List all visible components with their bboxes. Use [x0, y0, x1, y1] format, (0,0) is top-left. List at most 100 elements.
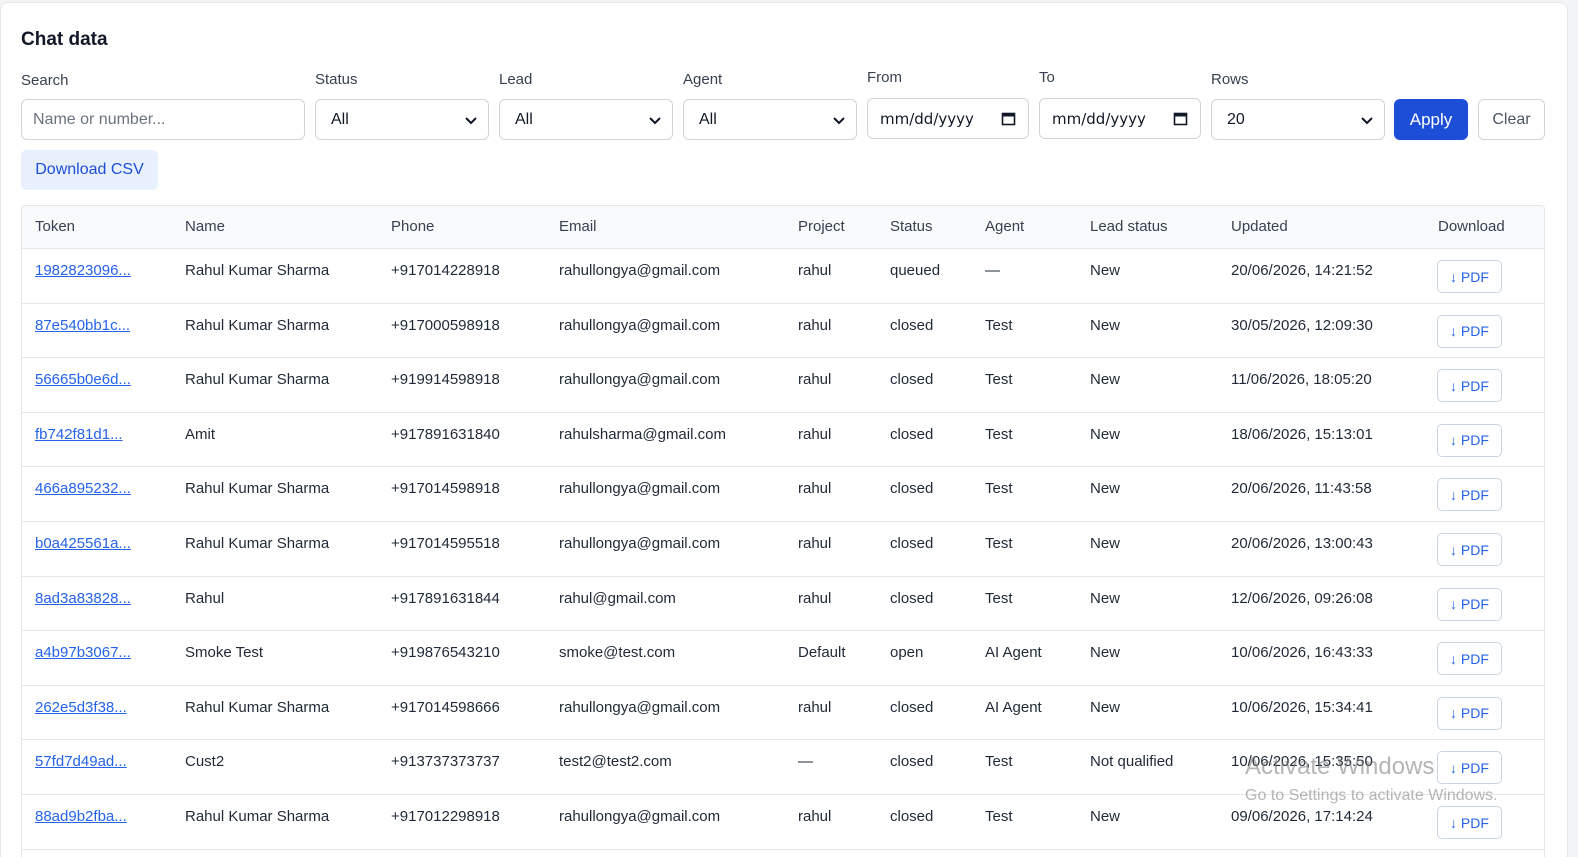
lead-select[interactable]: All: [499, 99, 673, 140]
cell-token-link[interactable]: fb742f81d1...: [35, 426, 123, 443]
cell-agent: Test: [985, 371, 1013, 389]
col-name: Name: [185, 218, 226, 235]
cell-lead-status: New: [1090, 371, 1121, 389]
cell-token-link[interactable]: 1982823096...: [35, 262, 131, 279]
col-download: Download: [1438, 218, 1505, 235]
rows-select[interactable]: 20: [1211, 99, 1385, 140]
from-date-value: mm/dd/yyyy: [880, 109, 974, 128]
search-input[interactable]: Name or number...: [21, 99, 305, 140]
calendar-icon[interactable]: [1001, 111, 1016, 126]
cell-status: closed: [890, 425, 934, 443]
cell-token-link[interactable]: 57fd7d49ad...: [35, 753, 127, 770]
cell-updated: 20/06/2026, 11:43:58: [1231, 480, 1372, 498]
cell-status: closed: [890, 753, 934, 771]
col-updated: Updated: [1231, 218, 1288, 235]
cell-updated: 10/06/2026, 16:43:33: [1231, 644, 1373, 662]
download-pdf-button[interactable]: ↓ PDF: [1437, 369, 1502, 403]
cell-agent: Test: [985, 316, 1013, 334]
download-pdf-button[interactable]: ↓ PDF: [1437, 642, 1502, 676]
cell-agent: Test: [985, 480, 1013, 498]
cell-token-link[interactable]: 466a895232...: [35, 480, 131, 497]
cell-status: closed: [890, 698, 934, 716]
cell-agent: Test: [985, 589, 1013, 607]
download-pdf-button[interactable]: ↓ PDF: [1437, 587, 1502, 621]
table-row: 1982823096... Rahul Kumar Sharma +91701422…: [22, 249, 1544, 304]
cell-updated: 11/06/2026, 18:05:20: [1231, 371, 1372, 389]
cell-email: rahullongya@gmail.com: [559, 808, 721, 825]
cell-token-link[interactable]: b0a425561a...: [35, 535, 131, 552]
to-label: To: [1039, 69, 1055, 86]
cell-phone: +919876543210: [391, 644, 500, 662]
col-email: Email: [559, 218, 597, 235]
download-pdf-button[interactable]: ↓ PDF: [1437, 423, 1502, 457]
table-row: 57fd7d49ad... Cust2 +913737373737 test2@tes…: [22, 740, 1544, 795]
cell-status: open: [890, 644, 924, 662]
table-row: 262e5d3f38... Rahul Kumar Sharma +91701459…: [22, 686, 1544, 741]
chevron-down-icon: [465, 116, 477, 124]
cell-token-link[interactable]: a4b97b3067...: [35, 644, 131, 661]
cell-status: closed: [890, 808, 934, 825]
search-label: Search: [21, 72, 69, 89]
col-phone: Phone: [391, 218, 435, 235]
cell-lead-status: New: [1090, 589, 1121, 607]
agent-select[interactable]: All: [683, 99, 857, 140]
cell-status: closed: [890, 535, 934, 552]
cell-name: Rahul Kumar Sharma: [185, 808, 330, 825]
cell-agent: Test: [985, 425, 1013, 443]
download-pdf-button[interactable]: ↓ PDF: [1437, 533, 1502, 566]
download-pdf-button[interactable]: ↓ PDF: [1437, 314, 1502, 348]
cell-email: rahulsharma@gmail.com: [559, 425, 726, 443]
rows-label: Rows: [1211, 71, 1249, 88]
cell-email: rahullongya@gmail.com: [559, 262, 721, 279]
cell-name: Rahul Kumar Sharma: [185, 371, 330, 389]
cell-name: Cust2: [185, 753, 225, 771]
page-title: Chat data: [21, 29, 108, 50]
download-pdf-button[interactable]: ↓ PDF: [1437, 478, 1502, 512]
from-date-input[interactable]: mm/dd/yyyy: [867, 98, 1029, 139]
cell-agent: Test: [985, 808, 1013, 825]
cell-updated: 18/06/2026, 15:13:01: [1231, 425, 1373, 443]
download-pdf-button[interactable]: ↓ PDF: [1437, 696, 1502, 730]
cell-agent: AI Agent: [985, 698, 1042, 716]
cell-updated: 20/06/2026, 13:00:43: [1231, 535, 1373, 552]
cell-phone: +917891631844: [391, 589, 500, 607]
cell-phone: +913737373737: [391, 753, 500, 771]
cell-lead-status: New: [1090, 808, 1121, 825]
cell-name: Rahul Kumar Sharma: [185, 698, 330, 716]
col-token: Token: [35, 218, 76, 235]
cell-project: rahul: [798, 371, 832, 389]
cell-name: Rahul Kumar Sharma: [185, 480, 330, 498]
cell-token-link[interactable]: 8ad3a83828...: [35, 590, 131, 607]
calendar-icon[interactable]: [1173, 111, 1188, 126]
cell-name: Smoke Test: [185, 644, 264, 662]
clear-button[interactable]: Clear: [1478, 99, 1545, 140]
cell-phone: +917014598918: [391, 480, 500, 498]
status-select-value: All: [331, 110, 349, 128]
lead-label: Lead: [499, 71, 533, 88]
cell-email: rahul@gmail.com: [559, 589, 676, 607]
download-pdf-button[interactable]: ↓ PDF: [1437, 751, 1502, 785]
cell-updated: 10/06/2026, 15:35:50: [1231, 753, 1373, 771]
cell-token-link[interactable]: 88ad9b2fba...: [35, 808, 127, 825]
cell-lead-status: New: [1090, 535, 1121, 552]
cell-token-link[interactable]: 56665b0e6d...: [35, 371, 131, 388]
cell-updated: 30/05/2026, 12:09:30: [1231, 316, 1373, 334]
download-pdf-button[interactable]: ↓ PDF: [1437, 806, 1502, 839]
cell-email: rahullongya@gmail.com: [559, 371, 721, 389]
status-select[interactable]: All: [315, 99, 489, 140]
agent-label: Agent: [683, 71, 723, 88]
to-date-input[interactable]: mm/dd/yyyy: [1039, 98, 1201, 139]
cell-token-link[interactable]: 262e5d3f38...: [35, 699, 127, 716]
apply-button[interactable]: Apply: [1394, 99, 1468, 140]
cell-email: rahullongya@gmail.com: [559, 535, 721, 552]
cell-project: rahul: [798, 535, 832, 552]
cell-token-link[interactable]: 87e540bb1c...: [35, 317, 130, 334]
cell-updated: 20/06/2026, 14:21:52: [1231, 262, 1373, 279]
cell-phone: +917014595518: [391, 535, 500, 552]
download-csv-button[interactable]: Download CSV: [21, 150, 158, 190]
table-row: b0a425561a... Rahul Kumar Sharma +91701459…: [22, 522, 1544, 577]
download-pdf-button[interactable]: ↓ PDF: [1437, 260, 1502, 293]
cell-project: rahul: [798, 262, 832, 279]
cell-updated: 09/06/2026, 17:14:24: [1231, 808, 1373, 825]
cell-email: test2@test2.com: [559, 753, 672, 771]
